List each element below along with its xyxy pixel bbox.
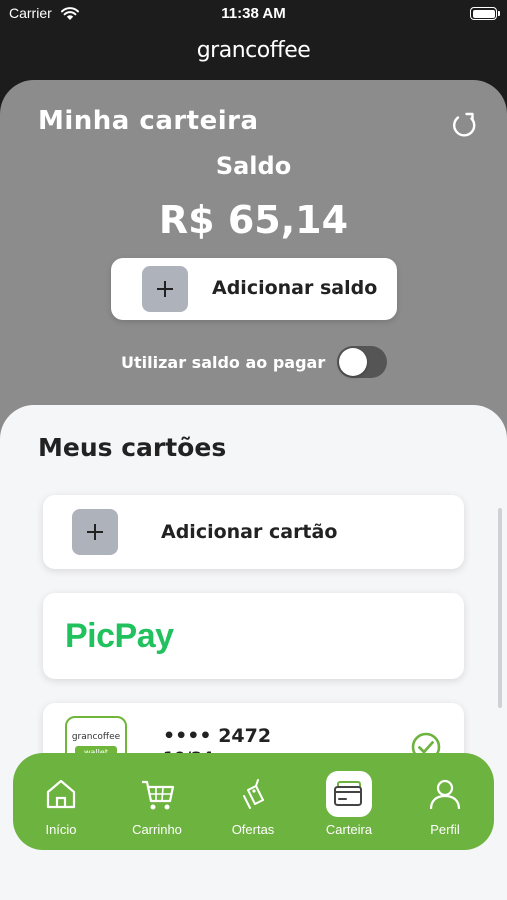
nav-label-perfil: Perfil	[430, 822, 460, 837]
use-balance-toggle[interactable]	[337, 346, 387, 378]
nav-item-perfil[interactable]: Perfil	[400, 753, 490, 850]
add-balance-button[interactable]: Adicionar saldo	[111, 258, 397, 320]
nav-label-carrinho: Carrinho	[132, 822, 182, 837]
balance-value: R$ 65,14	[158, 198, 349, 242]
nav-item-carteira[interactable]: Carteira	[304, 753, 394, 850]
clock: 11:38 AM	[221, 5, 286, 22]
profile-icon	[429, 779, 461, 810]
battery-icon	[470, 7, 500, 20]
offers-icon	[243, 779, 264, 809]
wallet-title: Minha carteira	[38, 106, 259, 136]
wallet-card: Minha carteira Saldo R$ 65,14 Adicionar …	[0, 80, 507, 440]
wallet-logo-brand: grancoffee	[71, 732, 121, 742]
add-card-label: Adicionar cartão	[161, 521, 338, 543]
plus-icon	[72, 509, 118, 555]
toggle-knob	[339, 348, 367, 376]
bottom-navigation: Início Carrinho Ofertas Carteira Perfil	[13, 753, 494, 850]
nav-item-carrinho[interactable]: Carrinho	[112, 753, 202, 850]
cards-section-title: Meus cartões	[38, 433, 227, 462]
home-icon	[46, 779, 76, 809]
status-bar: Carrier 11:38 AM	[0, 0, 507, 28]
picpay-card[interactable]: PicPay	[43, 593, 464, 679]
nav-item-inicio[interactable]: Início	[16, 753, 106, 850]
scrollbar[interactable]	[498, 508, 502, 708]
nav-label-ofertas: Ofertas	[231, 822, 275, 837]
refresh-icon[interactable]	[449, 110, 479, 140]
nav-item-ofertas[interactable]: Ofertas	[208, 753, 298, 850]
nav-label-inicio: Início	[45, 822, 77, 837]
use-balance-label: Utilizar saldo ao pagar	[121, 353, 326, 372]
add-card-button[interactable]: Adicionar cartão	[43, 495, 464, 569]
balance-label: Saldo	[215, 152, 292, 180]
wallet-icon	[326, 771, 372, 817]
card-number: •••• 2472	[163, 725, 272, 747]
add-balance-label: Adicionar saldo	[212, 277, 378, 299]
cart-icon	[142, 780, 175, 810]
picpay-logo: PicPay	[65, 617, 174, 655]
plus-icon	[142, 266, 188, 312]
brand-logo: grancoffee	[196, 38, 311, 63]
nav-label-carteira: Carteira	[325, 822, 373, 837]
